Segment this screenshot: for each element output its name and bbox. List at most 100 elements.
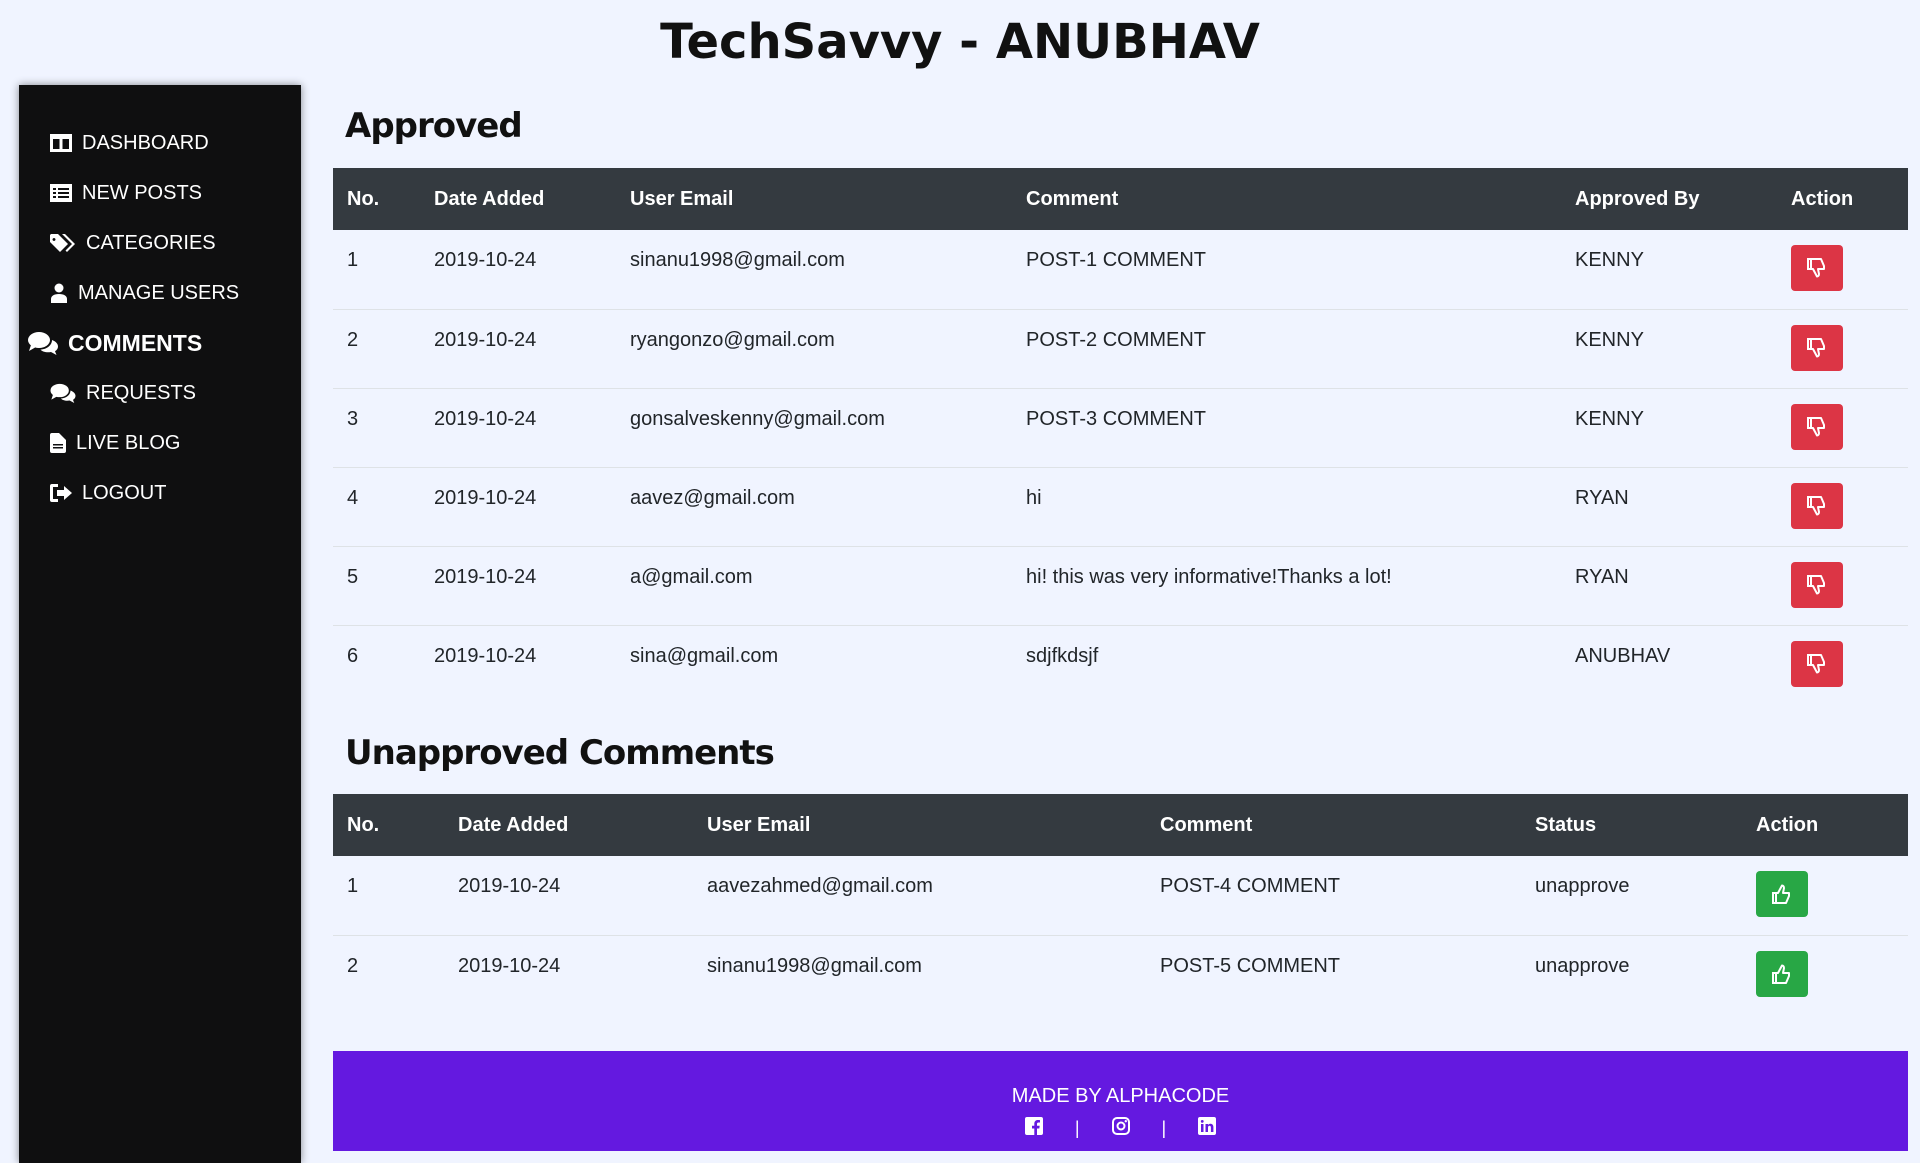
disapprove-button[interactable] bbox=[1791, 561, 1843, 608]
facebook-icon[interactable] bbox=[1024, 1117, 1043, 1140]
approve-button[interactable] bbox=[1756, 950, 1808, 997]
instagram-icon[interactable] bbox=[1111, 1117, 1130, 1140]
cell-no: 2 bbox=[347, 954, 359, 977]
comments-icon bbox=[50, 383, 76, 403]
column-header: No. bbox=[347, 187, 380, 210]
disapprove-button[interactable] bbox=[1791, 640, 1843, 687]
footer-separator: | bbox=[1161, 1118, 1167, 1138]
cell-by: KENNY bbox=[1575, 328, 1644, 351]
sidebar-item-label: LOGOUT bbox=[82, 481, 167, 504]
sidebar-item-comments[interactable]: COMMENTS bbox=[28, 323, 202, 363]
column-header: Status bbox=[1535, 813, 1597, 836]
cell-status: unapprove bbox=[1535, 954, 1630, 977]
disapprove-button[interactable] bbox=[1791, 245, 1843, 291]
sidebar: DASHBOARD NEW POSTS CATEGORIES MANAGE US… bbox=[19, 85, 301, 1163]
sidebar-item-label: COMMENTS bbox=[68, 329, 203, 356]
cell-action bbox=[1777, 546, 1908, 625]
cell-by: KENNY bbox=[1575, 249, 1644, 271]
cell-no: 4 bbox=[347, 486, 359, 509]
user-icon bbox=[50, 283, 68, 303]
sidebar-item-manage-users[interactable]: MANAGE USERS bbox=[50, 273, 239, 313]
sidebar-item-categories[interactable]: CATEGORIES bbox=[50, 223, 216, 263]
thumbs-down-icon bbox=[1807, 416, 1827, 438]
sidebar-item-new-posts[interactable]: NEW POSTS bbox=[50, 173, 202, 213]
table-row: 5 2019-10-24 a@gmail.com hi! this was very … bbox=[333, 546, 1908, 625]
cell-comment: POST-4 COMMENT bbox=[1160, 875, 1341, 897]
column-header: User Email bbox=[630, 187, 734, 210]
cell-email: a@gmail.com bbox=[630, 565, 753, 588]
approved-title: Approved bbox=[345, 106, 523, 146]
sidebar-item-requests[interactable]: REQUESTS bbox=[50, 373, 196, 413]
unapproved-title: Unapproved Comments bbox=[345, 733, 775, 773]
column-header: Comment bbox=[1160, 813, 1253, 836]
disapprove-button[interactable] bbox=[1791, 324, 1843, 371]
cell-date: 2019-10-24 bbox=[434, 565, 537, 588]
sidebar-item-label: NEW POSTS bbox=[82, 181, 203, 204]
cell-no: 1 bbox=[347, 875, 359, 897]
disapprove-button[interactable] bbox=[1791, 403, 1843, 450]
cell-no: 2 bbox=[347, 328, 359, 351]
column-header: No. bbox=[347, 813, 380, 836]
cell-action bbox=[1777, 625, 1908, 704]
cell-date: 2019-10-24 bbox=[458, 954, 561, 977]
table-row: 2 2019-10-24 ryangonzo@gmail.com POST-2 COM… bbox=[333, 309, 1908, 388]
cell-email: sinanu1998@gmail.com bbox=[630, 249, 845, 271]
cell-by: RYAN bbox=[1575, 486, 1629, 509]
column-header: Action bbox=[1791, 187, 1854, 210]
cell-date: 2019-10-24 bbox=[434, 249, 537, 271]
thumbs-up-icon bbox=[1772, 963, 1792, 985]
cell-date: 2019-10-24 bbox=[458, 875, 561, 897]
cell-email: sinanu1998@gmail.com bbox=[707, 954, 922, 977]
unapproved-table: No. Date Added User Email Comment Status… bbox=[333, 794, 1908, 1014]
thumbs-down-icon bbox=[1807, 574, 1827, 596]
cell-by: KENNY bbox=[1575, 407, 1644, 430]
disapprove-button[interactable] bbox=[1791, 482, 1843, 529]
sidebar-item-live-blog[interactable]: LIVE BLOG bbox=[50, 423, 181, 463]
cell-email: sina@gmail.com bbox=[630, 644, 779, 667]
page-title: TechSavvy - ANUBHAV bbox=[660, 14, 1260, 70]
sidebar-item-label: MANAGE USERS bbox=[78, 281, 240, 304]
thumbs-down-icon bbox=[1807, 257, 1827, 279]
cell-action bbox=[1777, 309, 1908, 388]
linkedin-icon[interactable] bbox=[1198, 1117, 1217, 1140]
cell-comment: POST-2 COMMENT bbox=[1026, 328, 1207, 351]
cell-by: RYAN bbox=[1575, 565, 1629, 588]
cell-no: 1 bbox=[347, 249, 359, 271]
cell-email: gonsalveskenny@gmail.com bbox=[630, 407, 885, 430]
cell-no: 6 bbox=[347, 644, 359, 667]
footer-credit: MADE BY ALPHACODE bbox=[1011, 1085, 1230, 1107]
cell-comment: hi bbox=[1026, 486, 1042, 509]
table-row: 1 2019-10-24 aavezahmed@gmail.com POST-4 CO… bbox=[333, 856, 1908, 935]
thumbs-down-icon bbox=[1807, 337, 1827, 359]
approve-button[interactable] bbox=[1756, 871, 1808, 917]
table-row: 6 2019-10-24 sina@gmail.com sdjfkdsjf ANUBHA… bbox=[333, 625, 1908, 704]
table-header-row: No. Date Added User Email Comment Approv… bbox=[333, 168, 1908, 230]
cell-email: aavez@gmail.com bbox=[630, 486, 795, 509]
cell-comment: POST-3 COMMENT bbox=[1026, 407, 1207, 430]
sidebar-item-label: DASHBOARD bbox=[82, 131, 209, 154]
cell-comment: sdjfkdsjf bbox=[1026, 644, 1099, 667]
footer: MADE BY ALPHACODE | | bbox=[333, 1051, 1908, 1151]
columns-icon bbox=[50, 134, 72, 152]
cell-comment: hi! this was very informative!Thanks a l… bbox=[1026, 565, 1392, 588]
cell-action bbox=[1777, 230, 1908, 309]
cell-date: 2019-10-24 bbox=[434, 407, 537, 430]
column-header: Date Added bbox=[434, 187, 545, 210]
sidebar-item-logout[interactable]: LOGOUT bbox=[50, 473, 166, 513]
cell-action bbox=[1742, 935, 1908, 1014]
sidebar-item-label: REQUESTS bbox=[86, 381, 197, 404]
list-icon bbox=[50, 184, 72, 202]
cell-no: 3 bbox=[347, 407, 359, 430]
footer-separator: | bbox=[1074, 1118, 1080, 1138]
cell-date: 2019-10-24 bbox=[434, 486, 537, 509]
thumbs-down-icon bbox=[1807, 653, 1827, 675]
cell-action bbox=[1777, 467, 1908, 546]
sidebar-item-dashboard[interactable]: DASHBOARD bbox=[50, 123, 209, 163]
sidebar-item-label: LIVE BLOG bbox=[76, 431, 181, 454]
sign-out-icon bbox=[50, 484, 72, 502]
table-row: 4 2019-10-24 aavez@gmail.com hi RYAN bbox=[333, 467, 1908, 546]
cell-no: 5 bbox=[347, 565, 359, 588]
comments-icon bbox=[28, 331, 58, 355]
cell-by: ANUBHAV bbox=[1575, 644, 1671, 667]
table-row: 3 2019-10-24 gonsalveskenny@gmail.com POST-… bbox=[333, 388, 1908, 467]
